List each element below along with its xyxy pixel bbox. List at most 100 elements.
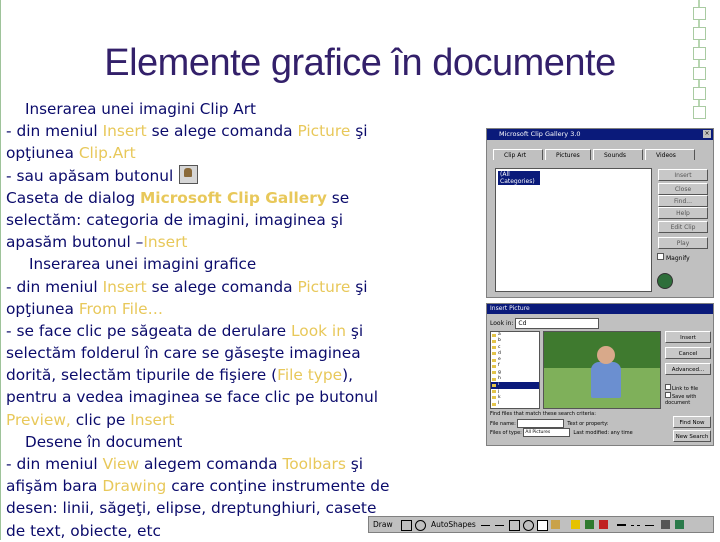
insert-button[interactable]: Insert bbox=[665, 331, 711, 343]
text-line: pentru a vedea imaginea se face clic pe … bbox=[6, 386, 476, 408]
text-segment: desen: linii, săgeţi, elipse, dreptunghi… bbox=[6, 499, 377, 518]
fill-color-icon[interactable] bbox=[571, 520, 580, 529]
insert-picture-dialog: Insert Picture Look in: Cd abcdefghijkl … bbox=[486, 303, 714, 446]
draw-menu[interactable]: Draw bbox=[373, 518, 393, 532]
highlight-term: From File… bbox=[78, 299, 163, 318]
text-segment: selectăm: categoria de imagini, imaginea… bbox=[6, 210, 344, 229]
file-type-row: Files of type: All Pictures Last modified… bbox=[490, 428, 633, 437]
free-rotate-icon[interactable] bbox=[415, 520, 426, 531]
tab-clipart[interactable]: Clip Art bbox=[493, 149, 543, 160]
insert-picture-titlebar: Insert Picture bbox=[487, 304, 713, 314]
text-segment: pentru a vedea imaginea se face clic pe … bbox=[6, 388, 379, 407]
text-segment: şi bbox=[350, 277, 368, 296]
autoshapes-menu[interactable]: AutoShapes bbox=[431, 518, 476, 532]
text-segment: afişăm bara bbox=[6, 477, 103, 496]
line-color-icon[interactable] bbox=[585, 520, 594, 529]
highlight-term: Drawing bbox=[102, 477, 167, 496]
play-button[interactable]: Play bbox=[658, 237, 708, 249]
magnify-checkbox[interactable]: Magnify bbox=[657, 253, 690, 262]
look-in-label: Look in: bbox=[490, 320, 514, 327]
close-button[interactable]: Close bbox=[658, 183, 708, 195]
find-now-button[interactable]: Find Now bbox=[673, 416, 711, 428]
look-in-select[interactable]: Cd bbox=[515, 318, 600, 329]
wordart-icon[interactable] bbox=[551, 520, 560, 529]
category-item[interactable]: (All Categories) bbox=[498, 171, 540, 185]
text-segment: - sau apăsam butonul bbox=[6, 166, 174, 185]
text-segment: selectăm folderul în care se găseşte ima… bbox=[6, 344, 361, 363]
text-line: - se face clic pe săgeata de derulare Lo… bbox=[6, 320, 476, 342]
text-line: opţiunea From File… bbox=[6, 298, 476, 320]
highlight-term: Insert bbox=[143, 233, 188, 252]
close-icon[interactable]: × bbox=[703, 130, 711, 138]
globe-icon[interactable] bbox=[657, 273, 673, 289]
text-segment: clic pe bbox=[70, 410, 131, 429]
folder-item[interactable]: l bbox=[491, 401, 539, 407]
editclip-button[interactable]: Edit Clip bbox=[658, 221, 708, 233]
text-line: - din meniul View alegem comanda Toolbar… bbox=[6, 453, 476, 475]
text-property-label: Text or property: bbox=[567, 421, 609, 427]
highlight-term: Toolbars bbox=[282, 455, 346, 473]
folder-list[interactable]: abcdefghijkl bbox=[490, 331, 540, 409]
link-to-file-checkbox[interactable]: Link to file bbox=[665, 384, 698, 392]
cancel-button[interactable]: Cancel bbox=[665, 347, 711, 359]
new-search-button[interactable]: New Search bbox=[673, 430, 711, 442]
highlight-term: File type bbox=[277, 366, 343, 385]
text-segment: opţiunea bbox=[6, 299, 79, 318]
file-type-label: Files of type: bbox=[490, 430, 522, 436]
file-type-select[interactable]: All Pictures bbox=[523, 428, 571, 437]
clip-gallery-tabs: Clip Art Pictures Sounds Videos bbox=[493, 147, 709, 161]
advanced-button[interactable]: Advanced... bbox=[665, 363, 711, 375]
tab-pictures[interactable]: Pictures bbox=[545, 149, 591, 160]
highlight-term: Insert bbox=[102, 277, 147, 296]
text-line: - sau apăsam butonul bbox=[6, 164, 476, 187]
last-modified-label: Last modified: bbox=[573, 430, 610, 436]
text-box-icon[interactable] bbox=[537, 520, 548, 531]
highlight-term: Clip.Art bbox=[78, 144, 136, 163]
rectangle-icon[interactable] bbox=[509, 520, 520, 531]
text-line: Desene în document bbox=[6, 431, 476, 453]
font-color-icon[interactable] bbox=[599, 520, 608, 529]
insert-button[interactable]: Insert bbox=[658, 169, 708, 181]
text-segment: alegem comanda bbox=[139, 455, 283, 473]
text-segment: care conţine instrumente de bbox=[166, 477, 390, 496]
clip-art-button-icon bbox=[179, 164, 199, 184]
line-style-icon[interactable] bbox=[617, 524, 626, 526]
file-name-input[interactable] bbox=[517, 419, 565, 428]
text-segment: - se face clic pe săgeata de derulare bbox=[6, 321, 291, 340]
3d-icon[interactable] bbox=[675, 520, 684, 529]
last-modified-select[interactable]: any time bbox=[611, 430, 633, 436]
text-segment: şi bbox=[345, 455, 364, 473]
save-with-document-checkbox[interactable]: Save with document bbox=[665, 392, 713, 406]
text-segment: opţiunea bbox=[6, 144, 79, 163]
category-list[interactable]: (All Categories) bbox=[495, 168, 652, 292]
oval-icon[interactable] bbox=[523, 520, 534, 531]
text-segment: şi bbox=[350, 122, 368, 141]
insert-picture-title: Insert Picture bbox=[490, 305, 530, 312]
text-segment: de text, obiecte, etc bbox=[6, 521, 161, 540]
text-line: Inserarea unei imagini Clip Art bbox=[6, 98, 476, 120]
text-line: dorită, selectăm tipurile de fişiere (Fi… bbox=[6, 364, 476, 386]
find-files-label: Find files that match these search crite… bbox=[490, 411, 596, 417]
tab-videos[interactable]: Videos bbox=[645, 149, 695, 160]
highlight-term: Insert bbox=[130, 410, 175, 429]
find-button[interactable]: Find... bbox=[658, 195, 708, 207]
text-segment: se alege comanda bbox=[146, 277, 298, 296]
clip-gallery-titlebar: Microsoft Clip Gallery 3.0 × bbox=[487, 129, 713, 140]
text-segment: - din meniul bbox=[6, 455, 103, 473]
arrow-style-icon[interactable] bbox=[645, 525, 654, 526]
text-line: selectăm: categoria de imagini, imaginea… bbox=[6, 209, 476, 231]
select-objects-icon[interactable] bbox=[401, 520, 412, 531]
text-line: apasăm butonul –Insert bbox=[6, 231, 476, 253]
highlight-term: Preview, bbox=[6, 410, 71, 429]
section-heading: Desene în document bbox=[25, 432, 183, 451]
text-segment: se bbox=[326, 188, 350, 207]
arrow-icon[interactable] bbox=[495, 525, 504, 526]
tab-sounds[interactable]: Sounds bbox=[593, 149, 643, 160]
dash-style-icon[interactable] bbox=[631, 525, 640, 527]
text-segment: şi bbox=[345, 321, 364, 340]
shadow-icon[interactable] bbox=[661, 520, 670, 529]
text-line: Caseta de dialog Microsoft Clip Gallery … bbox=[6, 187, 476, 209]
section-heading: Inserarea unei imagini Clip Art bbox=[25, 100, 256, 118]
line-icon[interactable] bbox=[481, 525, 490, 526]
help-button[interactable]: Help bbox=[658, 207, 708, 219]
